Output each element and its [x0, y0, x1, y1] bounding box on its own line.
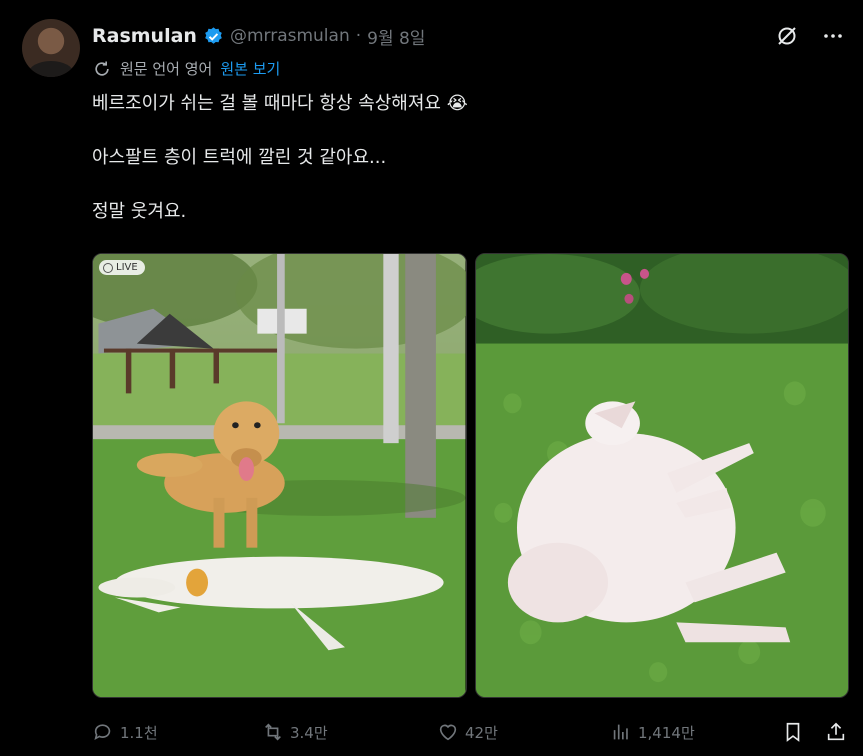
share-icon — [827, 722, 845, 741]
author-handle[interactable]: @mrrasmulan — [230, 26, 350, 46]
bookmark-icon — [786, 722, 800, 742]
live-label: LIVE — [116, 262, 138, 273]
post-line-1: 베르조이가 쉬는 걸 볼 때마다 항상 속상해져요 😭 — [92, 93, 468, 114]
translation-row: 원문 언어 영어 원본 보기 — [92, 58, 280, 79]
repost-button[interactable]: 3.4만 — [262, 721, 328, 743]
reply-icon — [94, 724, 111, 741]
bookmark-button[interactable] — [782, 721, 804, 743]
dog-park-image — [92, 254, 466, 697]
top-actions — [775, 24, 845, 48]
dog-grass-image — [475, 254, 849, 697]
post-text: 베르조이가 쉬는 걸 볼 때마다 항상 속상해져요 😭 아스팔트 층이 트럭에 … — [92, 90, 468, 252]
grok-icon[interactable] — [775, 24, 799, 48]
reply-button[interactable]: 1.1천 — [92, 721, 158, 743]
repost-count: 3.4만 — [290, 723, 328, 742]
photo-dog-park[interactable]: LIVE — [92, 253, 467, 698]
translation-label: 원문 언어 영어 — [120, 60, 213, 78]
more-options-icon[interactable] — [821, 24, 845, 48]
verified-badge-icon — [205, 26, 222, 44]
like-button[interactable]: 42만 — [437, 721, 498, 743]
like-count: 42만 — [465, 723, 498, 742]
avatar[interactable] — [22, 19, 80, 77]
post-header: Rasmulan @mrrasmulan · 9월 8일 — [92, 22, 425, 50]
live-badge: LIVE — [99, 260, 145, 275]
photo-dog-grass[interactable] — [474, 253, 849, 698]
post-date[interactable]: 9월 8일 — [367, 24, 425, 49]
views-count: 1,414만 — [638, 723, 695, 742]
views-button[interactable]: 1,414만 — [610, 721, 695, 743]
separator: · — [355, 26, 362, 46]
post-line-3: 정말 웃겨요. — [92, 201, 187, 222]
translate-icon — [95, 61, 109, 76]
show-original-link[interactable]: 원본 보기 — [220, 58, 280, 79]
post-line-2: 아스팔트 층이 트럭에 깔린 것 같아요... — [92, 147, 387, 168]
media-grid: LIVE — [92, 253, 849, 698]
share-button[interactable] — [825, 721, 847, 743]
views-icon — [613, 724, 628, 740]
repost-icon — [265, 723, 281, 741]
action-bar: 1.1천 3.4만 42만 1,414만 — [92, 718, 849, 746]
author-name[interactable]: Rasmulan — [92, 25, 197, 47]
live-icon — [103, 262, 113, 273]
reply-count: 1.1천 — [120, 723, 158, 742]
heart-icon — [439, 724, 457, 741]
